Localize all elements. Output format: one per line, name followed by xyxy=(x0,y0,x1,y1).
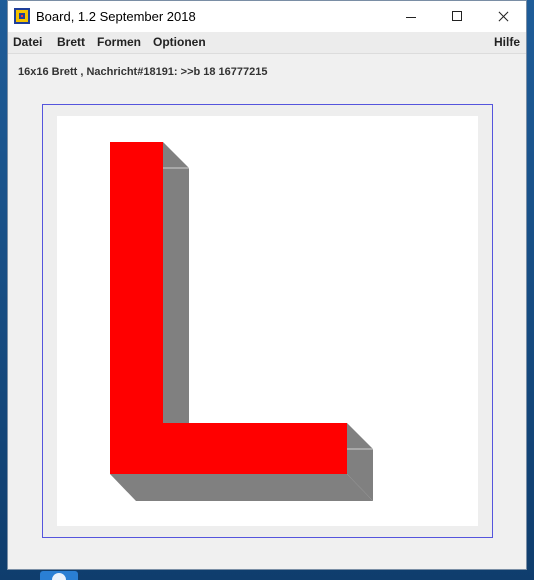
l-shape xyxy=(110,142,347,474)
board-frame xyxy=(42,104,493,538)
close-button[interactable] xyxy=(480,1,526,32)
menu-hilfe[interactable]: Hilfe xyxy=(494,35,520,49)
menu-bar: Datei Brett Formen Optionen Hilfe xyxy=(8,32,526,54)
taskbar-app-icon[interactable] xyxy=(40,571,78,580)
status-message: 16x16 Brett , Nachricht#18191: >>b 18 16… xyxy=(18,66,268,78)
app-window: Board, 1.2 September 2018 Datei Brett Fo… xyxy=(7,0,527,570)
maximize-button[interactable] xyxy=(434,1,480,32)
menu-formen[interactable]: Formen xyxy=(97,35,141,49)
title-bar[interactable]: Board, 1.2 September 2018 xyxy=(8,1,526,32)
board-canvas[interactable] xyxy=(57,116,478,526)
shadow-upper-bevel xyxy=(163,142,189,423)
shadow-bottom-bevel xyxy=(110,474,373,501)
window-title: Board, 1.2 September 2018 xyxy=(36,9,196,24)
app-icon[interactable] xyxy=(14,8,30,24)
menu-optionen[interactable]: Optionen xyxy=(153,35,206,49)
menu-brett[interactable]: Brett xyxy=(57,35,85,49)
board-drawing xyxy=(110,142,373,501)
menu-datei[interactable]: Datei xyxy=(13,35,42,49)
minimize-button[interactable] xyxy=(388,1,434,32)
